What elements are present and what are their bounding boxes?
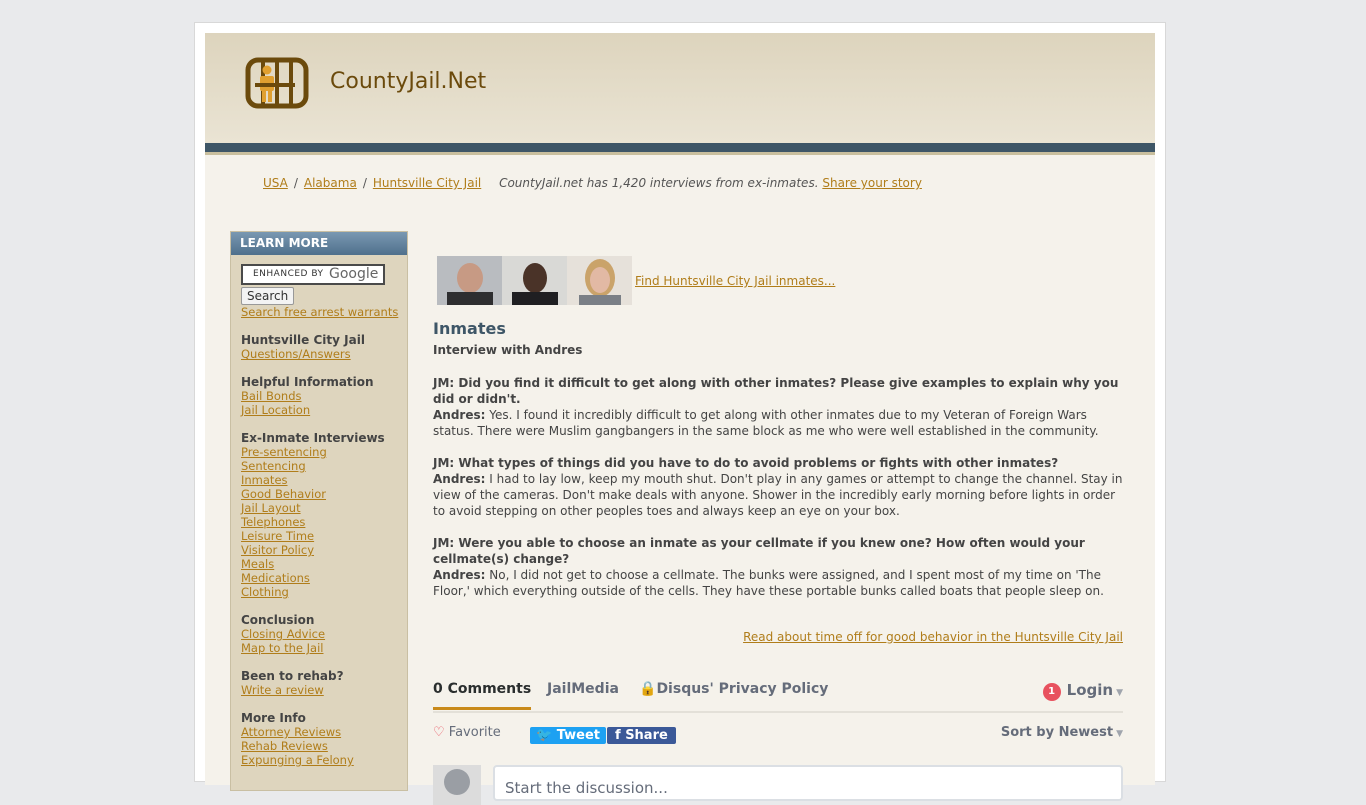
tweet-button[interactable]: 🐦 Tweet: [530, 727, 607, 744]
search-button[interactable]: Search: [241, 287, 295, 305]
breadcrumb-separator: /: [293, 176, 298, 190]
sidebar-group-title: Helpful Information: [241, 375, 374, 389]
notification-badge: 1: [1042, 683, 1061, 701]
share-story-link[interactable]: Share your story: [822, 176, 922, 190]
disqus-tabs: 0 Comments JailMedia 🔒Disqus' Privacy Po…: [433, 673, 1123, 713]
sidebar-link-medications[interactable]: Medications: [241, 571, 407, 585]
sidebar-link-write-review[interactable]: Write a review: [241, 683, 407, 697]
sort-dropdown[interactable]: Sort by Newest ▼: [1001, 725, 1123, 740]
sidebar-group-title: Ex-Inmate Interviews: [241, 431, 385, 445]
interview-question: JM: Were you able to choose an inmate as…: [433, 536, 1085, 566]
comment-compose: Start the discussion...: [433, 765, 1123, 805]
content-area: USA / Alabama / Huntsville City Jail CountyJ…: [205, 155, 1155, 805]
tab-community[interactable]: JailMedia: [547, 681, 619, 697]
google-search-input[interactable]: ENHANCED BY Google: [241, 264, 385, 285]
mugshot-strip[interactable]: [437, 256, 632, 305]
chevron-down-icon: ▼: [1116, 688, 1123, 698]
mugshot-photo[interactable]: [567, 256, 632, 305]
sidebar-header: LEARN MORE: [231, 232, 407, 255]
sidebar-link-expunging-felony[interactable]: Expunging a Felony: [241, 753, 407, 767]
disqus-actions: ♡ Favorite 🐦 Tweet f Share Sort by Newes…: [433, 713, 1123, 753]
search-warrants-link[interactable]: Search free arrest warrants: [241, 305, 407, 319]
sidebar-link-rehab-reviews[interactable]: Rehab Reviews: [241, 739, 407, 753]
interview-answer: Andres: No, I did not get to choose a ce…: [433, 567, 1123, 599]
interview-answer: Andres: I had to lay low, keep my mouth …: [433, 471, 1123, 519]
interview-title: Interview with Andres: [433, 343, 583, 357]
site-title[interactable]: CountyJail.Net: [330, 69, 486, 94]
answer-label: Andres:: [433, 472, 486, 486]
page-container: CountyJail.Net USA / Alabama / Huntsville Ci…: [194, 22, 1166, 805]
sidebar-link-questions-answers[interactable]: Questions/Answers: [241, 347, 407, 361]
tweet-label: Tweet: [556, 728, 601, 743]
privacy-policy-label: Disqus' Privacy Policy: [656, 681, 829, 697]
login-menu[interactable]: 1 Login ▼: [1042, 681, 1123, 701]
sidebar: LEARN MORE ENHANCED BY Google Search Sea…: [230, 231, 408, 791]
answer-text: No, I did not get to choose a cellmate. …: [433, 568, 1104, 598]
sidebar-link-visitor-policy[interactable]: Visitor Policy: [241, 543, 407, 557]
breadcrumb: USA / Alabama / Huntsville City Jail CountyJ…: [263, 176, 922, 190]
sidebar-link-meals[interactable]: Meals: [241, 557, 407, 571]
sidebar-link-leisure-time[interactable]: Leisure Time: [241, 529, 407, 543]
sidebar-link-closing-advice[interactable]: Closing Advice: [241, 627, 407, 641]
sidebar-link-pre-sentencing[interactable]: Pre-sentencing: [241, 445, 407, 459]
mugshot-photo[interactable]: [502, 256, 567, 305]
qa-block: JM: Were you able to choose an inmate as…: [433, 535, 1123, 599]
facebook-icon: f: [615, 728, 621, 743]
interview-question: JM: What types of things did you have to…: [433, 456, 1059, 470]
sidebar-link-map-to-jail[interactable]: Map to the Jail: [241, 641, 407, 655]
avatar-placeholder-icon: [444, 769, 470, 795]
tab-comments[interactable]: 0 Comments: [433, 681, 532, 710]
site-header: CountyJail.Net: [205, 33, 1155, 143]
sidebar-group-title: More Info: [241, 711, 306, 725]
sidebar-link-telephones[interactable]: Telephones: [241, 515, 407, 529]
favorite-button[interactable]: ♡ Favorite: [433, 725, 501, 740]
login-label: Login: [1066, 681, 1114, 699]
search-input-label: ENHANCED BY: [253, 269, 324, 279]
sidebar-link-good-behavior[interactable]: Good Behavior: [241, 487, 407, 501]
comment-input[interactable]: Start the discussion...: [493, 765, 1123, 801]
google-brand-label: Google: [329, 266, 379, 282]
lock-icon: 🔒: [639, 681, 657, 697]
answer-text: Yes. I found it incredibly difficult to …: [433, 408, 1099, 438]
sidebar-link-jail-layout[interactable]: Jail Layout: [241, 501, 407, 515]
sidebar-link-sentencing[interactable]: Sentencing: [241, 459, 407, 473]
breadcrumb-usa[interactable]: USA: [263, 176, 288, 190]
chevron-down-icon: ▼: [1116, 729, 1123, 739]
section-title: Inmates: [433, 319, 506, 338]
breadcrumb-huntsville-city-jail[interactable]: Huntsville City Jail: [373, 176, 481, 190]
qa-block: JM: Did you find it difficult to get alo…: [433, 375, 1123, 439]
sidebar-group-title: Huntsville City Jail: [241, 333, 365, 347]
facebook-share-button[interactable]: f Share: [607, 727, 676, 744]
favorite-label: Favorite: [448, 725, 501, 740]
answer-text: I had to lay low, keep my mouth shut. Do…: [433, 472, 1123, 518]
jail-logo-icon[interactable]: [245, 57, 309, 113]
interview-answer: Andres: Yes. I found it incredibly diffi…: [433, 407, 1123, 439]
sort-label: Sort by Newest: [1000, 725, 1114, 740]
header-divider-bar: [205, 143, 1155, 152]
heart-icon: ♡: [433, 725, 445, 740]
mugshot-photo[interactable]: [437, 256, 502, 305]
breadcrumb-alabama[interactable]: Alabama: [304, 176, 357, 190]
twitter-icon: 🐦: [536, 728, 553, 743]
sidebar-link-inmates[interactable]: Inmates: [241, 473, 407, 487]
tab-privacy-policy[interactable]: 🔒Disqus' Privacy Policy: [639, 681, 828, 697]
sidebar-link-attorney-reviews[interactable]: Attorney Reviews: [241, 725, 407, 739]
share-label: Share: [625, 728, 668, 743]
disqus-comments: 0 Comments JailMedia 🔒Disqus' Privacy Po…: [433, 673, 1123, 805]
breadcrumb-separator: /: [362, 176, 367, 190]
sidebar-link-jail-location[interactable]: Jail Location: [241, 403, 407, 417]
avatar: [433, 765, 481, 805]
good-behavior-link[interactable]: Read about time off for good behavior in…: [743, 630, 1123, 644]
find-inmates-link[interactable]: Find Huntsville City Jail inmates...: [635, 274, 835, 288]
qa-block: JM: What types of things did you have to…: [433, 455, 1123, 519]
answer-label: Andres:: [433, 568, 486, 582]
answer-label: Andres:: [433, 408, 486, 422]
interview-question: JM: Did you find it difficult to get alo…: [433, 376, 1119, 406]
sidebar-link-clothing[interactable]: Clothing: [241, 585, 407, 599]
sidebar-group-title: Conclusion: [241, 613, 315, 627]
interview-count-note: CountyJail.net has 1,420 interviews from…: [499, 176, 819, 190]
interview-qa: JM: Did you find it difficult to get alo…: [433, 375, 1123, 615]
sidebar-group-title: Been to rehab?: [241, 669, 344, 683]
sidebar-link-bail-bonds[interactable]: Bail Bonds: [241, 389, 407, 403]
